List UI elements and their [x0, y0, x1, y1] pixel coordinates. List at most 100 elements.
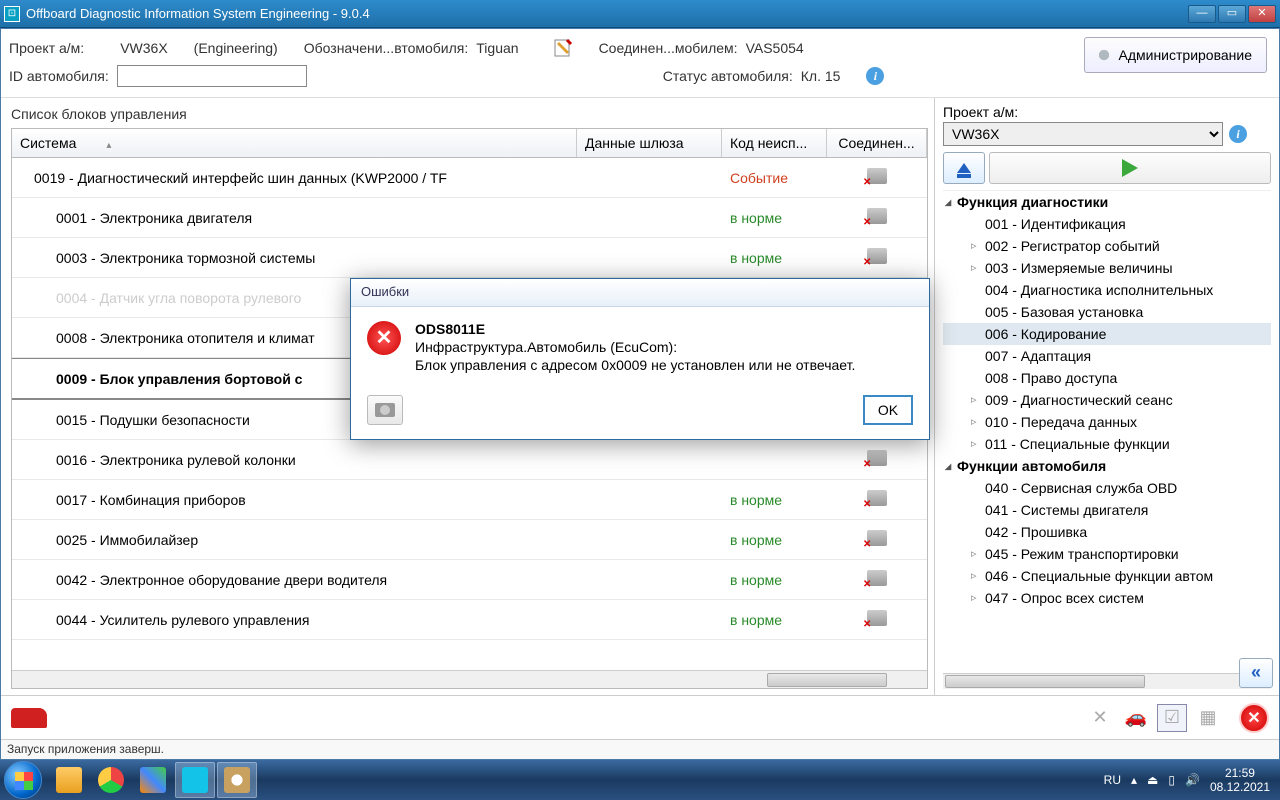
- table-row[interactable]: 0044 - Усилитель рулевого управленияв но…: [12, 600, 927, 640]
- info-icon[interactable]: i: [866, 67, 884, 85]
- cell-gateway: [577, 610, 722, 630]
- project-value: VW36X: [120, 40, 167, 56]
- list-view-button[interactable]: ☑: [1157, 704, 1187, 732]
- tree-item[interactable]: 045 - Режим транспортировки: [943, 543, 1271, 565]
- tree-item[interactable]: 007 - Адаптация: [943, 345, 1271, 367]
- col-system[interactable]: Система▴: [12, 129, 577, 157]
- task-app1[interactable]: [133, 762, 173, 798]
- tray-network-icon[interactable]: ▯: [1168, 773, 1175, 787]
- connection-status-icon: [867, 168, 887, 184]
- cell-connection: [827, 440, 927, 479]
- tree-group[interactable]: Функция диагностики: [943, 191, 1271, 213]
- eject-icon: [957, 163, 971, 173]
- dialog-title: Ошибки: [351, 279, 929, 307]
- connection-status-icon: [867, 610, 887, 626]
- task-chrome[interactable]: [91, 762, 131, 798]
- chrome-icon: [98, 767, 124, 793]
- screenshot-button[interactable]: [367, 395, 403, 425]
- tree-item[interactable]: 006 - Кодирование: [943, 323, 1271, 345]
- ok-button[interactable]: OK: [863, 395, 913, 425]
- tree-item[interactable]: 004 - Диагностика исполнительных: [943, 279, 1271, 301]
- vehicle-view-button[interactable]: 🚗: [1121, 704, 1151, 732]
- tools-button[interactable]: ✕: [1085, 704, 1115, 732]
- tree-item[interactable]: 041 - Системы двигателя: [943, 499, 1271, 521]
- tree-h-scrollbar[interactable]: [943, 673, 1271, 689]
- task-explorer[interactable]: [49, 762, 89, 798]
- error-line2: Блок управления с адресом 0x0009 не уста…: [415, 357, 855, 373]
- admin-button[interactable]: Администрирование: [1084, 37, 1268, 73]
- tray-volume-icon[interactable]: 🔊: [1185, 773, 1200, 787]
- gear-icon: [1095, 46, 1113, 64]
- tray-clock[interactable]: 21:59 08.12.2021: [1210, 766, 1270, 794]
- col-fault[interactable]: Код неисп...: [722, 129, 827, 157]
- tree-item[interactable]: 009 - Диагностический сеанс: [943, 389, 1271, 411]
- table-row[interactable]: 0001 - Электроника двигателяв норме: [12, 198, 927, 238]
- tree-item[interactable]: 003 - Измеряемые величины: [943, 257, 1271, 279]
- tree-item[interactable]: 002 - Регистратор событий: [943, 235, 1271, 257]
- tree-item[interactable]: 011 - Специальные функции: [943, 433, 1271, 455]
- table-row[interactable]: 0019 - Диагностический интерфейс шин дан…: [12, 158, 927, 198]
- maximize-button[interactable]: ▭: [1218, 5, 1246, 23]
- table-row[interactable]: 0016 - Электроника рулевой колонки: [12, 440, 927, 480]
- table-row[interactable]: 0042 - Электронное оборудование двери во…: [12, 560, 927, 600]
- col-connection[interactable]: Соединен...: [827, 129, 927, 157]
- car-icon[interactable]: [11, 708, 47, 728]
- cell-gateway: [577, 530, 722, 550]
- cell-gateway: [577, 208, 722, 228]
- minimize-button[interactable]: —: [1188, 5, 1216, 23]
- ecu-list-title: Список блоков управления: [11, 106, 928, 122]
- table-row[interactable]: 0017 - Комбинация приборов в норме: [12, 480, 927, 520]
- play-button[interactable]: [989, 152, 1271, 184]
- taskbar: RU ▴ ⏏ ▯ 🔊 21:59 08.12.2021: [0, 760, 1280, 800]
- eject-button[interactable]: [943, 152, 985, 184]
- tree-item[interactable]: 001 - Идентификация: [943, 213, 1271, 235]
- tree-group[interactable]: Функции автомобиля: [943, 455, 1271, 477]
- window-close-button[interactable]: ✕: [1248, 5, 1276, 23]
- tray-up-icon[interactable]: ▴: [1131, 773, 1137, 787]
- cell-gateway: [577, 490, 722, 510]
- cell-connection: [827, 520, 927, 559]
- tree-item[interactable]: 005 - Базовая установка: [943, 301, 1271, 323]
- dialog-text: ODS8011E Инфраструктура.Автомобиль (EcuC…: [415, 321, 855, 375]
- tree-h-scroll-thumb[interactable]: [945, 675, 1145, 688]
- table-row[interactable]: 0003 - Электроника тормозной системыв но…: [12, 238, 927, 278]
- tree-item[interactable]: 008 - Право доступа: [943, 367, 1271, 389]
- project-select[interactable]: VW36X: [943, 122, 1223, 146]
- project-label: Проект а/м:: [9, 40, 84, 56]
- task-paint[interactable]: [217, 762, 257, 798]
- project-info-icon[interactable]: i: [1229, 125, 1247, 143]
- cell-system: 0025 - Иммобилайзер: [12, 522, 577, 558]
- bottom-toolbar: ✕ 🚗 ☑ ▦ ✕: [1, 695, 1279, 739]
- grid-view-button[interactable]: ▦: [1193, 704, 1223, 732]
- tree-item[interactable]: 042 - Прошивка: [943, 521, 1271, 543]
- sort-arrow-icon: ▴: [106, 140, 111, 151]
- connection-label: Соединен...мобилем:: [599, 40, 738, 56]
- h-scroll-thumb[interactable]: [767, 673, 887, 687]
- cell-gateway: [577, 168, 722, 188]
- start-button[interactable]: [4, 761, 42, 799]
- tray-usb-icon[interactable]: ⏏: [1147, 773, 1158, 787]
- tray-lang[interactable]: RU: [1104, 773, 1121, 787]
- cell-fault: в норме: [722, 602, 827, 638]
- vehicle-desig-value: Tiguan: [476, 40, 518, 56]
- cell-system: 0019 - Диагностический интерфейс шин дан…: [12, 160, 577, 196]
- edit-vehicle-button[interactable]: [549, 35, 577, 61]
- table-row[interactable]: 0025 - Иммобилайзерв норме: [12, 520, 927, 560]
- tree-item[interactable]: 047 - Опрос всех систем: [943, 587, 1271, 609]
- cell-fault: в норме: [722, 240, 827, 276]
- cell-system: 0017 - Комбинация приборов: [12, 482, 577, 518]
- cell-connection: [827, 560, 927, 599]
- task-odis[interactable]: [175, 762, 215, 798]
- edit-icon: [553, 38, 573, 58]
- cell-system: 0001 - Электроника двигателя: [12, 200, 577, 236]
- vehicle-id-label: ID автомобиля:: [9, 68, 109, 84]
- collapse-panel-button[interactable]: «: [1239, 658, 1273, 688]
- tree-item[interactable]: 040 - Сервисная служба OBD: [943, 477, 1271, 499]
- h-scrollbar[interactable]: [12, 670, 927, 688]
- tree-item[interactable]: 046 - Специальные функции автом: [943, 565, 1271, 587]
- exit-button[interactable]: ✕: [1239, 703, 1269, 733]
- tree-item[interactable]: 010 - Передача данных: [943, 411, 1271, 433]
- vehicle-id-input[interactable]: [117, 65, 307, 87]
- cell-fault: в норме: [722, 482, 827, 518]
- col-gateway[interactable]: Данные шлюза: [577, 129, 722, 157]
